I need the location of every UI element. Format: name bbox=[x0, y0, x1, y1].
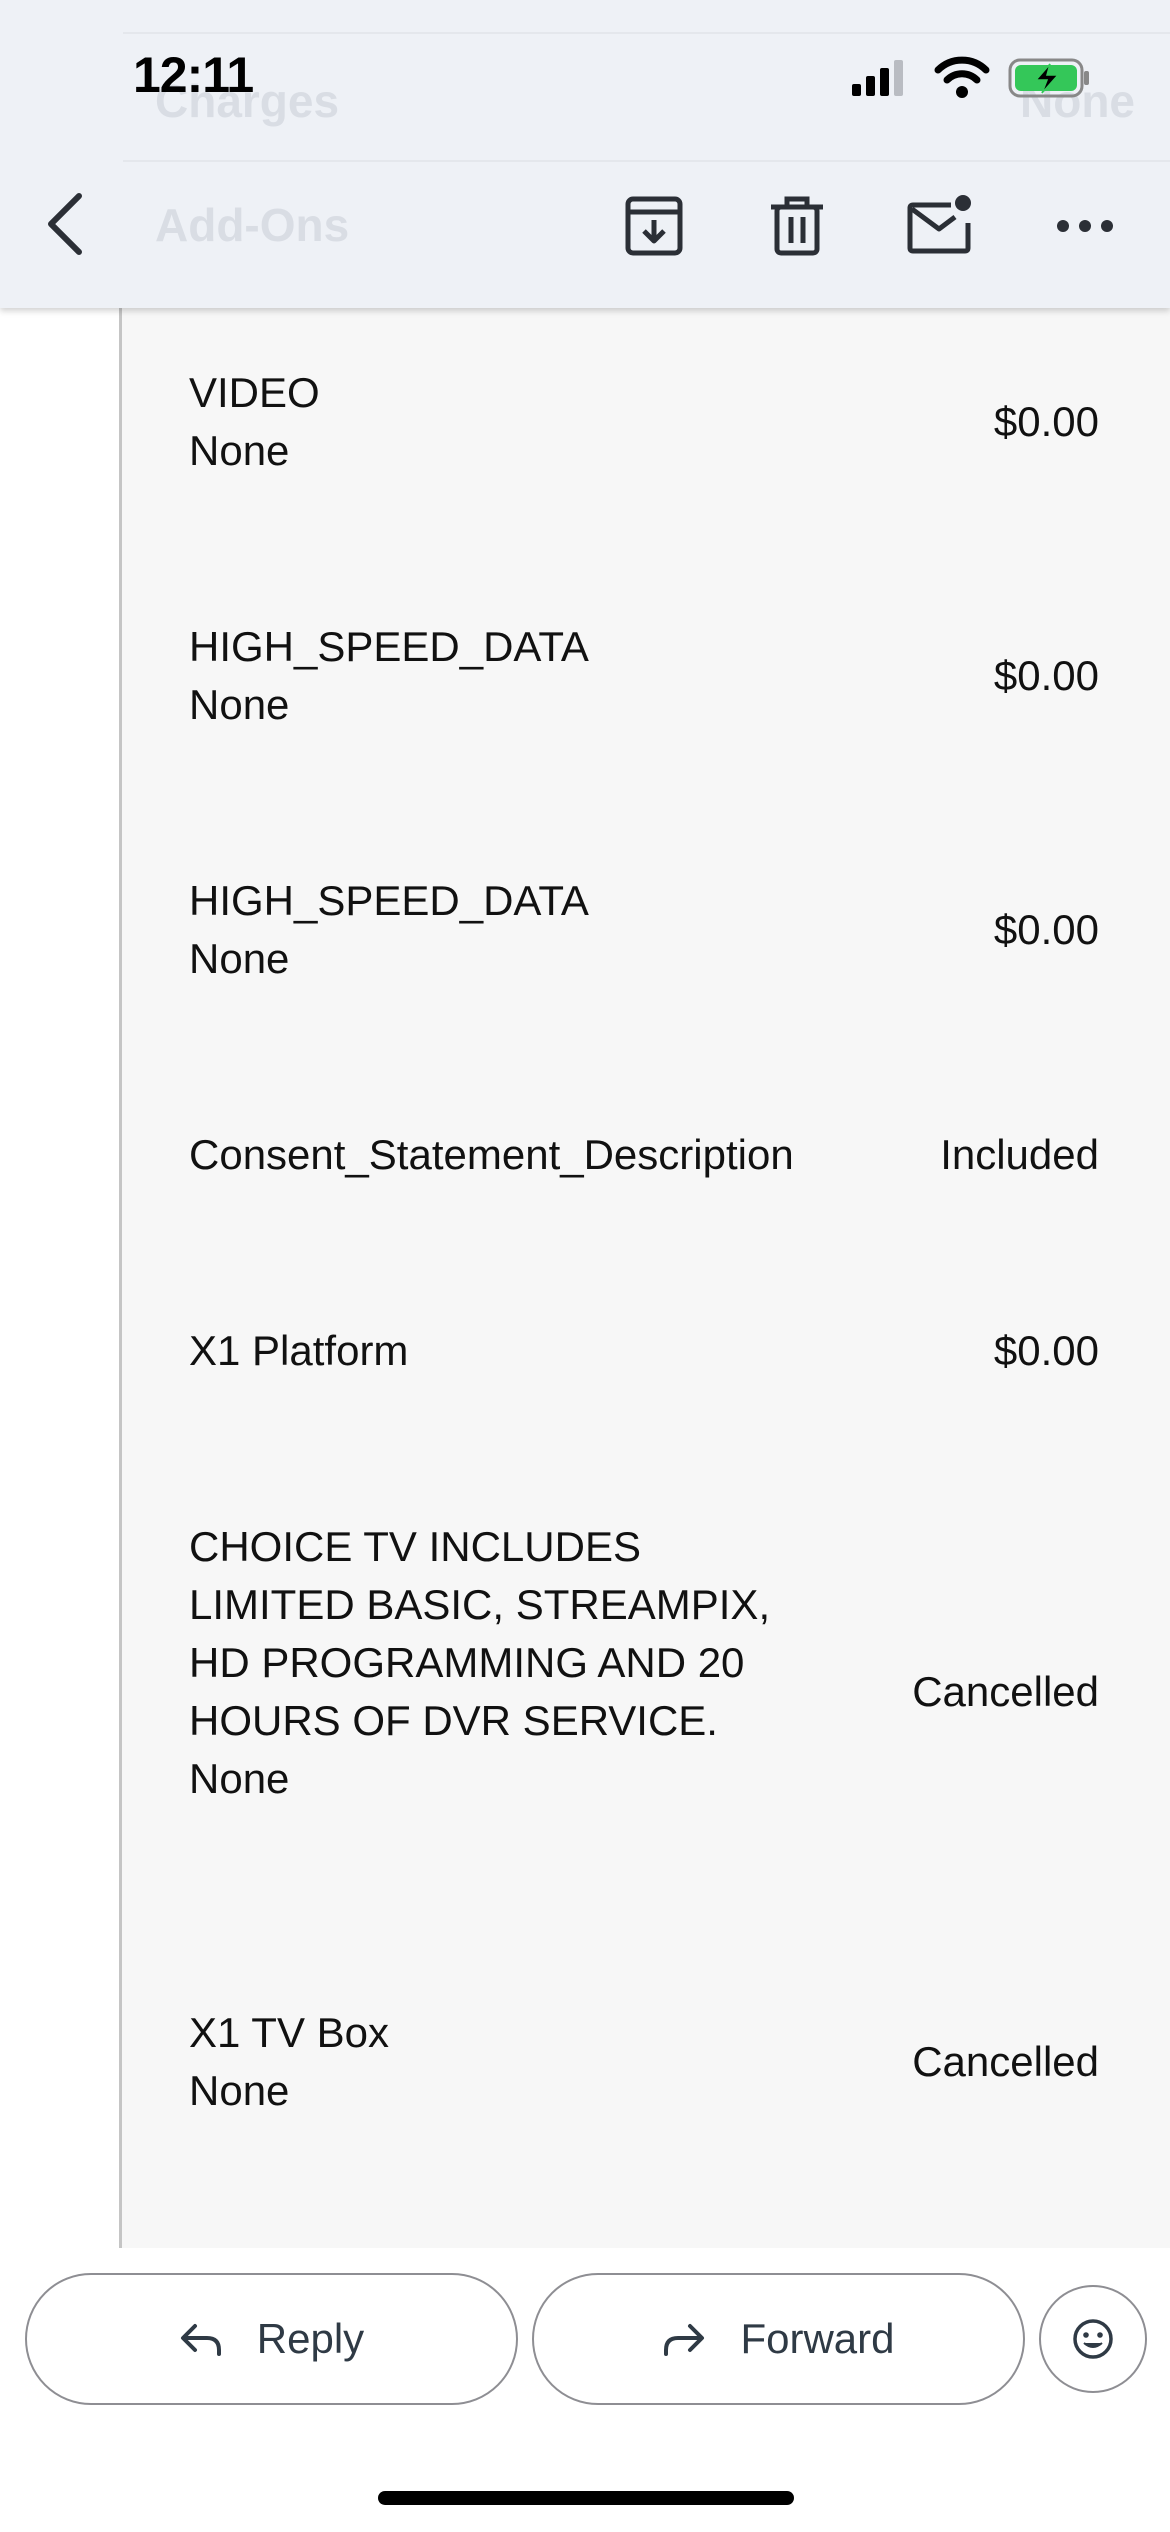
item-label: Consent_Statement_Description bbox=[189, 1126, 909, 1184]
archive-icon bbox=[625, 196, 683, 256]
item-label: X1 Platform bbox=[189, 1322, 829, 1380]
item-price: $0.00 bbox=[993, 906, 1099, 953]
status-time: 12:11 bbox=[133, 47, 254, 103]
back-button[interactable] bbox=[30, 188, 102, 260]
item-label: HIGH_SPEED_DATA None bbox=[189, 872, 829, 988]
item-name: VIDEO bbox=[189, 369, 320, 416]
list-item: Consent_Statement_Description Included bbox=[189, 1126, 1099, 1184]
forward-button[interactable]: Forward bbox=[532, 2273, 1025, 2405]
back-icon bbox=[48, 193, 82, 255]
emoji-reaction-button[interactable] bbox=[1039, 2285, 1147, 2393]
forward-icon bbox=[664, 2324, 705, 2356]
item-name: X1 TV Box bbox=[189, 2009, 389, 2056]
item-status: Cancelled bbox=[912, 2038, 1099, 2085]
ghost-divider bbox=[123, 32, 1170, 34]
item-price: Included bbox=[940, 1131, 1099, 1178]
list-item: CHOICE TV INCLUDES LIMITED BASIC, STREAM… bbox=[189, 1518, 1099, 1866]
item-sublabel: None bbox=[189, 935, 290, 982]
more-icon bbox=[1057, 220, 1113, 232]
delete-button[interactable] bbox=[761, 190, 833, 262]
item-label: VIDEO None bbox=[189, 364, 829, 480]
ghost-divider bbox=[123, 160, 1170, 162]
item-sublabel: None bbox=[189, 2067, 290, 2114]
item-name: CHOICE TV INCLUDES LIMITED BASIC, STREAM… bbox=[189, 1523, 771, 1744]
item-sublabel: None bbox=[189, 1755, 290, 1802]
item-name: X1 Platform bbox=[189, 1327, 409, 1374]
forward-label: Forward bbox=[740, 2315, 895, 2362]
list-item: X1 Platform $0.00 bbox=[189, 1322, 1099, 1380]
item-price: $0.00 bbox=[993, 398, 1099, 445]
addons-table bbox=[119, 308, 1170, 2248]
list-item: HIGH_SPEED_DATA None $0.00 bbox=[189, 872, 1099, 988]
wifi-icon bbox=[934, 56, 990, 98]
item-name: Consent_Statement_Description bbox=[189, 1131, 794, 1178]
top-app-bar: Charges None Add-Ons 12:11 bbox=[0, 0, 1170, 308]
list-item: X1 TV Box None Cancelled bbox=[189, 2004, 1099, 2120]
battery-charging-icon bbox=[1008, 58, 1089, 98]
bottom-action-bar: Reply Forward bbox=[0, 2248, 1170, 2532]
more-options-button[interactable] bbox=[1049, 190, 1121, 262]
list-item: HIGH_SPEED_DATA None $0.00 bbox=[189, 618, 1099, 734]
status-icons bbox=[852, 56, 1092, 100]
reply-label: Reply bbox=[256, 2315, 365, 2362]
item-status: Cancelled bbox=[912, 1668, 1099, 1715]
item-label: X1 TV Box None bbox=[189, 2004, 829, 2120]
reply-icon bbox=[180, 2324, 221, 2356]
email-body[interactable]: VIDEO None $0.00 HIGH_SPEED_DATA None $0… bbox=[0, 308, 1170, 2248]
reply-button[interactable]: Reply bbox=[25, 2273, 518, 2405]
item-name: HIGH_SPEED_DATA bbox=[189, 623, 589, 670]
ghost-addons-label: Add-Ons bbox=[155, 199, 350, 251]
item-name: HIGH_SPEED_DATA bbox=[189, 877, 589, 924]
mark-unread-button[interactable] bbox=[904, 188, 976, 260]
home-indicator[interactable] bbox=[378, 2491, 794, 2505]
item-label: HIGH_SPEED_DATA None bbox=[189, 618, 829, 734]
item-price: $0.00 bbox=[993, 1327, 1099, 1374]
mail-unread-icon bbox=[907, 195, 971, 254]
item-sublabel: None bbox=[189, 681, 290, 728]
cellular-signal-icon bbox=[852, 60, 903, 96]
archive-button[interactable] bbox=[618, 190, 690, 262]
trash-icon bbox=[771, 196, 823, 256]
item-price: $0.00 bbox=[993, 652, 1099, 699]
item-sublabel: None bbox=[189, 427, 290, 474]
list-item: VIDEO None $0.00 bbox=[189, 364, 1099, 480]
smiley-icon bbox=[1073, 2319, 1113, 2359]
item-label: CHOICE TV INCLUDES LIMITED BASIC, STREAM… bbox=[189, 1518, 809, 1808]
